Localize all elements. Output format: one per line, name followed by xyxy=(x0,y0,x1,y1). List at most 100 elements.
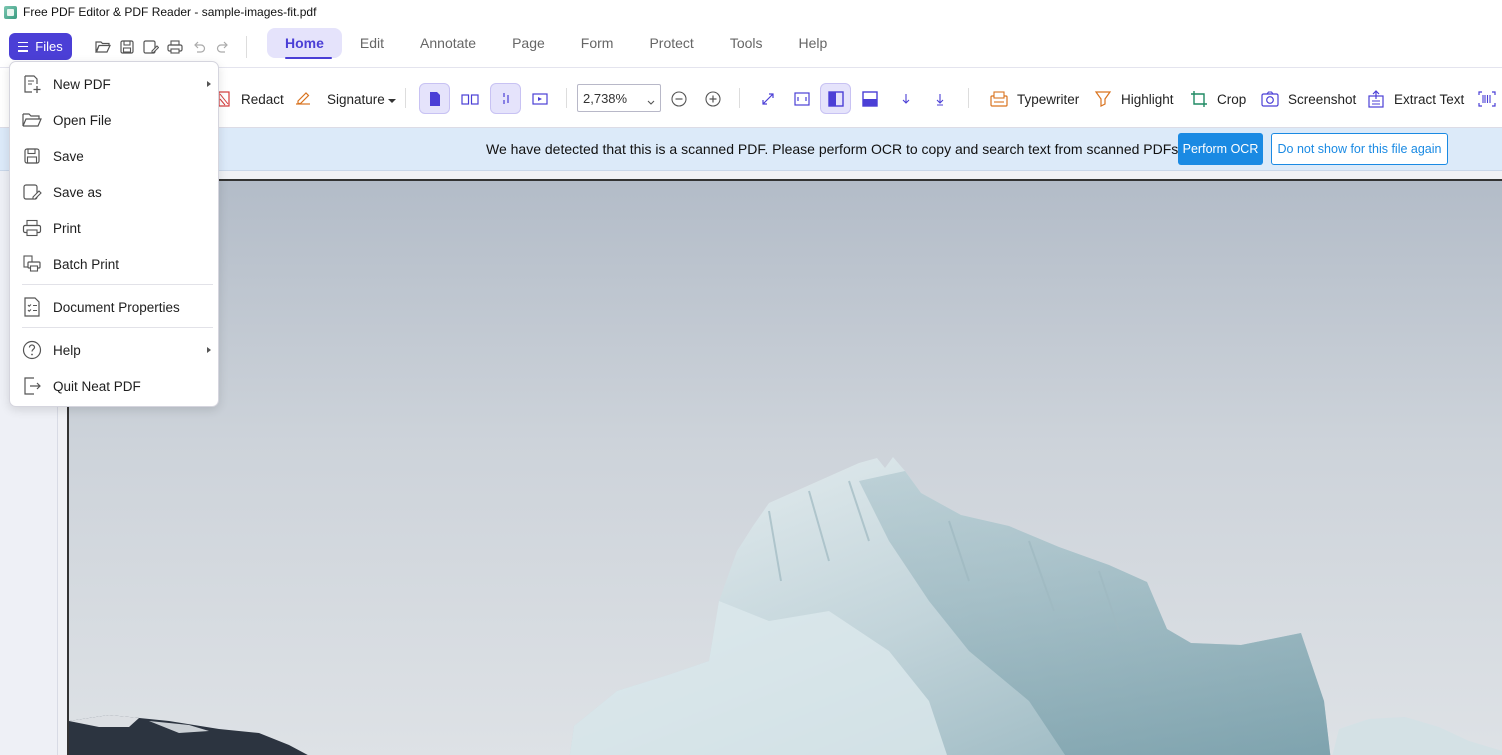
menu-item-label: Save xyxy=(53,148,84,164)
zoom-out-button[interactable] xyxy=(663,83,694,114)
menu-item-label: Quit Neat PDF xyxy=(53,378,141,394)
toolbar-divider xyxy=(739,88,740,108)
highlight-button[interactable]: Highlight xyxy=(1094,85,1174,113)
menu-item-label: Open File xyxy=(53,112,112,128)
typewriter-label: Typewriter xyxy=(1017,91,1080,107)
open-folder-icon[interactable] xyxy=(94,37,112,57)
crop-label: Crop xyxy=(1217,91,1247,107)
menu-item-help[interactable]: Help xyxy=(10,332,218,368)
tab-help[interactable]: Help xyxy=(781,28,846,58)
menu-item-document-properties[interactable]: Document Properties xyxy=(10,289,218,325)
tab-edit[interactable]: Edit xyxy=(342,28,402,58)
print-icon[interactable] xyxy=(166,37,184,57)
save-icon xyxy=(22,146,42,166)
tab-protect[interactable]: Protect xyxy=(631,28,711,58)
fit-height-icon xyxy=(861,90,878,107)
app-logo-icon xyxy=(4,5,17,19)
typewriter-button[interactable]: Typewriter xyxy=(990,85,1079,113)
fit-page-button[interactable] xyxy=(786,83,817,114)
fit-page-icon xyxy=(793,91,810,106)
hamburger-icon xyxy=(18,41,29,52)
window-title: Free PDF Editor & PDF Reader - sample-im… xyxy=(23,5,317,19)
tab-form[interactable]: Form xyxy=(563,28,632,58)
save-as-icon xyxy=(22,182,42,202)
single-page-view-button[interactable] xyxy=(419,83,450,114)
fit-expand-button[interactable] xyxy=(752,83,783,114)
fit-width-icon xyxy=(827,90,844,107)
camera-icon xyxy=(1261,90,1279,108)
crop-button[interactable]: Crop xyxy=(1190,85,1246,113)
highlight-icon xyxy=(1094,90,1112,108)
save-as-icon[interactable] xyxy=(142,37,160,57)
two-page-view-button[interactable] xyxy=(454,83,485,114)
ribbon-tabs: Home Edit Annotate Page Form Protect Too… xyxy=(267,28,846,59)
submenu-arrow-icon xyxy=(207,347,211,353)
help-icon xyxy=(22,340,42,360)
do-not-show-again-button[interactable]: Do not show for this file again xyxy=(1271,133,1448,165)
barcode-icon xyxy=(1477,90,1496,107)
slideshow-button[interactable] xyxy=(524,83,555,114)
tab-home[interactable]: Home xyxy=(267,28,342,59)
batch-print-icon xyxy=(22,254,42,274)
zoom-level-select[interactable]: 2,738% xyxy=(577,84,661,112)
menu-item-save-as[interactable]: Save as xyxy=(10,174,218,210)
menu-item-label: Print xyxy=(53,220,81,236)
menu-item-label: Document Properties xyxy=(53,299,180,315)
files-dropdown-menu: New PDF Open File Save Save as Print Bat… xyxy=(9,61,219,407)
redact-button[interactable]: Redact xyxy=(214,85,284,113)
typewriter-icon xyxy=(990,90,1008,108)
files-menu-label: Files xyxy=(35,39,63,54)
last-page-button[interactable] xyxy=(924,83,955,114)
continuous-scroll-button[interactable] xyxy=(490,83,521,114)
menu-item-save[interactable]: Save xyxy=(10,138,218,174)
screenshot-label: Screenshot xyxy=(1288,91,1357,107)
menu-item-new-pdf[interactable]: New PDF xyxy=(10,66,218,102)
submenu-arrow-icon xyxy=(207,81,211,87)
print-icon xyxy=(22,218,42,238)
redo-icon[interactable] xyxy=(214,37,232,57)
zoom-in-button[interactable] xyxy=(697,83,728,114)
zoom-out-icon xyxy=(670,90,687,107)
signature-button[interactable]: Signature xyxy=(294,85,396,113)
new-pdf-icon xyxy=(22,74,42,94)
quit-icon xyxy=(22,376,42,396)
ocr-notification-banner: We have detected that this is a scanned … xyxy=(0,128,1502,171)
menu-item-label: Help xyxy=(53,342,81,358)
signature-dropdown-caret-icon xyxy=(387,92,396,107)
menu-item-label: Save as xyxy=(53,184,102,200)
menu-divider xyxy=(22,284,213,285)
menu-item-print[interactable]: Print xyxy=(10,210,218,246)
fit-width-button[interactable] xyxy=(820,83,851,114)
barcode-button[interactable] xyxy=(1471,83,1502,114)
screenshot-button[interactable]: Screenshot xyxy=(1261,85,1356,113)
arrow-down-icon xyxy=(902,93,909,104)
menu-item-label: Batch Print xyxy=(53,256,120,272)
ocr-message: We have detected that this is a scanned … xyxy=(486,141,1183,157)
save-icon[interactable] xyxy=(118,37,136,57)
toolbar-divider xyxy=(968,88,969,108)
two-page-icon xyxy=(460,93,479,105)
tab-tools[interactable]: Tools xyxy=(712,28,781,58)
menu-bar: Files Home Edit Annotate Page Form Prote… xyxy=(0,24,1502,68)
document-viewport[interactable] xyxy=(58,171,1502,755)
menu-item-open-file[interactable]: Open File xyxy=(10,102,218,138)
tab-page[interactable]: Page xyxy=(494,28,563,58)
crop-icon xyxy=(1190,90,1208,108)
redact-label: Redact xyxy=(241,91,284,107)
extract-text-button[interactable]: Extract Text xyxy=(1367,85,1464,113)
perform-ocr-button[interactable]: Perform OCR xyxy=(1178,133,1263,165)
title-bar: Free PDF Editor & PDF Reader - sample-im… xyxy=(0,0,1502,24)
fit-height-button[interactable] xyxy=(854,83,885,114)
files-menu-button[interactable]: Files xyxy=(9,33,72,60)
toolbar-divider xyxy=(566,88,567,108)
undo-icon[interactable] xyxy=(190,37,208,57)
menu-item-quit[interactable]: Quit Neat PDF xyxy=(10,368,218,404)
highlight-label: Highlight xyxy=(1121,91,1174,107)
signature-label: Signature xyxy=(327,91,385,107)
menu-item-label: New PDF xyxy=(53,76,111,92)
quick-access-toolbar xyxy=(94,36,255,58)
next-page-button[interactable] xyxy=(890,83,921,114)
menu-divider xyxy=(22,327,213,328)
tab-annotate[interactable]: Annotate xyxy=(402,28,494,58)
menu-item-batch-print[interactable]: Batch Print xyxy=(10,246,218,282)
